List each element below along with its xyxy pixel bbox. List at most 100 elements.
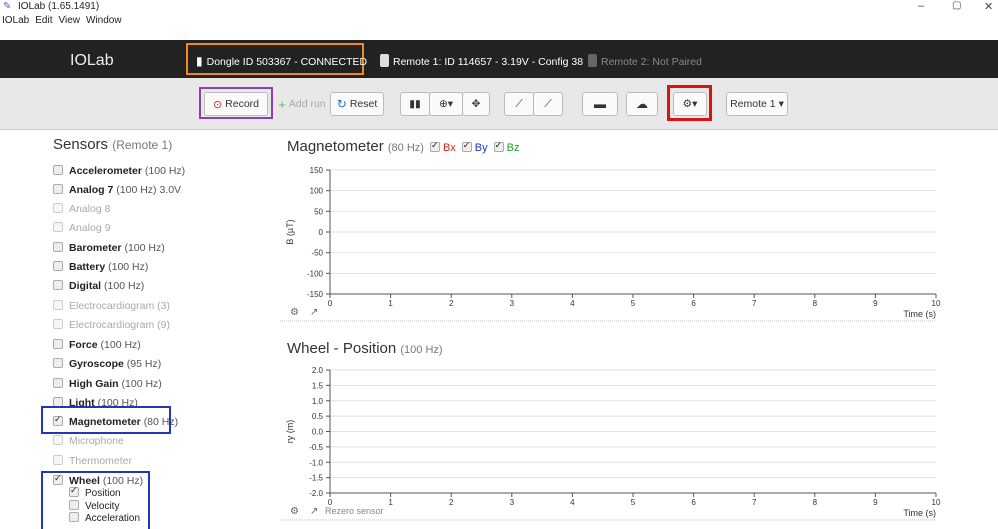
area-chart-button[interactable]: ⟋ (533, 92, 563, 116)
sensor-checkbox[interactable] (53, 261, 63, 271)
menu-iolab[interactable]: IOLab (2, 15, 29, 26)
pan-button[interactable]: ✥ (462, 92, 490, 116)
menu-view[interactable]: View (58, 15, 80, 26)
record-button[interactable]: ⊙ Record (204, 92, 268, 116)
sensor-checkbox[interactable] (53, 242, 63, 252)
x-tick-label: 10 (932, 498, 941, 507)
record-icon: ⊙ (212, 98, 223, 111)
dongle-status[interactable]: ▮ Dongle ID 503367 - CONNECTED (186, 43, 368, 75)
sensor-name: Barometer (69, 242, 122, 254)
x-tick-label: 5 (631, 299, 636, 308)
gear-icon: ⚙▾ (682, 98, 698, 110)
sensor-item[interactable]: Force (100 Hz) (53, 339, 141, 351)
sensor-checkbox[interactable] (53, 203, 63, 213)
bar-stats-button[interactable]: ▮▮ (400, 92, 430, 116)
sensor-checkbox[interactable] (53, 280, 63, 290)
sensor-checkbox[interactable] (53, 165, 63, 175)
sensor-checkbox[interactable] (53, 184, 63, 194)
add-run-button[interactable]: + Add run (276, 92, 328, 116)
menu-edit[interactable]: Edit (35, 15, 52, 26)
legend-toggle[interactable]: By (461, 140, 488, 154)
legend-label: Bx (442, 142, 456, 154)
x-tick-label: 4 (570, 498, 575, 507)
sensors-title: Sensors (53, 136, 109, 153)
toolbar (0, 78, 998, 130)
sensor-checkbox[interactable] (53, 455, 63, 465)
rezero-sensor-link[interactable]: Rezero sensor (325, 506, 384, 516)
zoom-dropdown-button[interactable]: ⊕▾ (429, 92, 463, 116)
legend-checkbox[interactable] (493, 140, 504, 152)
x-tick-label: 8 (813, 299, 818, 308)
x-tick-label: 1 (388, 299, 393, 308)
legend-toggle[interactable]: Bz (493, 140, 520, 154)
y-axis-label: ry (m) (285, 420, 295, 444)
y-tick-label: 50 (314, 207, 323, 216)
sensor-item[interactable]: Analog 7 (100 Hz) 3.0V (53, 184, 181, 196)
gear-icon[interactable]: ⚙ (290, 307, 299, 318)
legend-checkbox[interactable] (461, 140, 472, 152)
gear-icon[interactable]: ⚙ (290, 506, 299, 517)
x-tick-label: 2 (449, 498, 454, 507)
x-tick-label: 6 (691, 498, 696, 507)
minimize-icon[interactable]: – (918, 0, 924, 12)
sensors-heading: Sensors (Remote 1) (53, 136, 172, 153)
sensor-item[interactable]: Digital (100 Hz) (53, 280, 144, 292)
sensor-item[interactable]: High Gain (100 Hz) (53, 378, 162, 390)
magnetometer-highlight (41, 406, 171, 434)
x-tick-label: 7 (752, 498, 757, 507)
external-link-icon[interactable]: ↗ (310, 307, 318, 318)
legend-toggle[interactable]: Bx (429, 140, 456, 154)
x-tick-label: 10 (932, 299, 941, 308)
sensor-checkbox[interactable] (53, 358, 63, 368)
chart-plot[interactable]: 2.01.51.00.50.0-0.5-1.0-1.5-2.00 1 2 3 4 5 6 7 8… (280, 362, 980, 527)
sensor-item[interactable]: Analog 9 (53, 222, 110, 234)
sensor-item[interactable]: Gyroscope (95 Hz) (53, 358, 161, 370)
dongle-label: Dongle ID 503367 - CONNECTED (206, 56, 368, 68)
chart-title-text: Magnetometer (287, 138, 384, 155)
sensor-rate: (95 Hz) (126, 358, 162, 370)
sensor-checkbox[interactable] (53, 300, 63, 310)
external-link-icon[interactable]: ↗ (310, 506, 318, 517)
x-axis-label: Time (s) (903, 508, 936, 518)
y-tick-label: 1.0 (312, 397, 324, 406)
remote-select-dropdown[interactable]: Remote 1 ▾ (726, 92, 788, 116)
close-icon[interactable]: ✕ (984, 0, 993, 13)
chart-plot[interactable]: 150 100 50 0 -50 -100 -150 0 1 2 3 4 5 6 7 8 9 10Time (s)… (280, 160, 980, 328)
reset-button[interactable]: ↻ Reset (330, 92, 384, 116)
remote1-status[interactable]: Remote 1: ID 114657 - 3.19V - Config 38 (380, 54, 583, 68)
y-tick-label: 150 (310, 166, 324, 175)
remote2-status[interactable]: Remote 2: Not Paired (588, 54, 702, 68)
sensor-name: Thermometer (69, 455, 133, 467)
sensor-item[interactable]: Barometer (100 Hz) (53, 242, 165, 254)
cloud-button[interactable]: ☁ (626, 92, 658, 116)
legend-label: Bz (506, 142, 520, 154)
sensor-name: Accelerometer (69, 165, 142, 177)
sensor-item[interactable]: Microphone (53, 435, 124, 447)
add-run-label: Add run (288, 98, 326, 110)
zoom-icon: ⊕▾ (438, 98, 454, 110)
sensor-item[interactable]: Electrocardiogram (3) (53, 300, 170, 312)
sensor-item[interactable]: Electrocardiogram (9) (53, 319, 170, 331)
x-tick-label: 3 (510, 299, 515, 308)
sensor-checkbox[interactable] (53, 435, 63, 445)
sensor-item[interactable]: Thermometer (53, 455, 132, 467)
sensor-checkbox[interactable] (53, 378, 63, 388)
folder-button[interactable]: ▬ (582, 92, 618, 116)
sensor-name: Battery (69, 261, 106, 273)
maximize-icon[interactable]: ▢ (952, 0, 961, 11)
sensor-checkbox[interactable] (53, 339, 63, 349)
sensor-item[interactable]: Battery (100 Hz) (53, 261, 148, 273)
sensor-rate: (100 Hz) (104, 280, 145, 292)
line-chart-button[interactable]: ⟋ (504, 92, 534, 116)
wheel-highlight (41, 471, 150, 529)
sensor-item[interactable]: Analog 8 (53, 203, 110, 215)
legend-checkbox[interactable] (429, 140, 440, 152)
settings-dropdown-button[interactable]: ⚙▾ (673, 92, 707, 116)
chart-title: Magnetometer (80 Hz) Bx By Bz (287, 138, 519, 155)
sensor-checkbox[interactable] (53, 222, 63, 232)
sensor-checkbox[interactable] (53, 319, 63, 329)
y-axis-label: B (µT) (285, 219, 295, 244)
menu-window[interactable]: Window (86, 15, 122, 26)
sensor-item[interactable]: Accelerometer (100 Hz) (53, 165, 185, 177)
sensors-subtitle: (Remote 1) (112, 138, 173, 152)
